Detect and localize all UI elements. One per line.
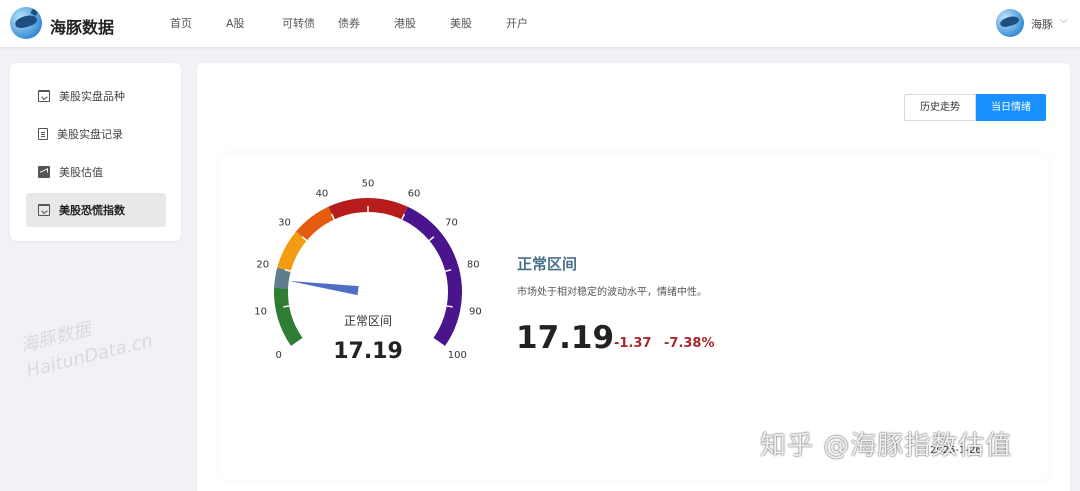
sidebar-item-label: 美股实盘品种 bbox=[59, 90, 125, 103]
nav-us-stocks[interactable]: 美股 bbox=[450, 0, 506, 47]
sidebar: 美股实盘品种 美股实盘记录 美股估值 美股恐慌指数 bbox=[10, 63, 181, 241]
status-title: 正常区间 bbox=[517, 255, 578, 273]
index-change-percent: -7.38% bbox=[664, 336, 715, 351]
index-change: -1.37 bbox=[614, 336, 652, 351]
dolphin-logo-icon[interactable] bbox=[10, 7, 42, 39]
chevron-down-icon[interactable]: ⌵ bbox=[1060, 15, 1068, 26]
sidebar-item-us-live-records[interactable]: 美股实盘记录 bbox=[26, 117, 166, 151]
nav-a-shares[interactable]: A股 bbox=[226, 0, 282, 47]
nav-hk-stocks[interactable]: 港股 bbox=[394, 0, 450, 47]
line-chart-icon bbox=[38, 166, 50, 178]
user-avatar[interactable] bbox=[996, 9, 1024, 37]
watermark-left: 海豚数据 HaitunData.cn bbox=[18, 303, 156, 385]
main-nav: 首页 A股 可转债 债券 港股 美股 开户 bbox=[170, 0, 562, 47]
gauge-label: 正常区间 bbox=[343, 314, 392, 328]
document-icon bbox=[38, 128, 48, 140]
today-sentiment-button[interactable]: 当日情绪 bbox=[976, 94, 1046, 121]
status-description: 市场处于相对稳定的波动水平，情绪中性。 bbox=[517, 287, 707, 298]
sidebar-item-label: 美股实盘记录 bbox=[57, 128, 123, 141]
view-toggle: 历史走势 当日情绪 bbox=[904, 94, 1046, 121]
presentation-board-icon bbox=[38, 90, 50, 102]
nav-bonds[interactable]: 债券 bbox=[338, 0, 394, 47]
sidebar-item-label: 美股估值 bbox=[59, 166, 103, 179]
brand-name[interactable]: 海豚数据 bbox=[50, 14, 114, 38]
top-header: 海豚数据 首页 A股 可转债 债券 港股 美股 开户 海豚 ⌵ bbox=[0, 0, 1080, 47]
sidebar-item-us-fear-index[interactable]: 美股恐慌指数 bbox=[26, 193, 166, 227]
nav-open-account[interactable]: 开户 bbox=[506, 0, 562, 47]
sidebar-item-us-valuation[interactable]: 美股估值 bbox=[26, 155, 166, 189]
nav-home[interactable]: 首页 bbox=[170, 0, 226, 47]
presentation-board-icon bbox=[38, 204, 50, 216]
watermark-zhihu: 知乎 @海豚指数估值 bbox=[760, 431, 1013, 461]
nav-convertible-bonds[interactable]: 可转债 bbox=[282, 0, 338, 47]
sidebar-item-label: 美股恐慌指数 bbox=[59, 204, 125, 217]
index-value: 17.19 bbox=[516, 320, 615, 356]
user-name[interactable]: 海豚 bbox=[1031, 16, 1053, 32]
sidebar-item-us-live-products[interactable]: 美股实盘品种 bbox=[26, 79, 166, 113]
gauge-value: 17.19 bbox=[333, 339, 403, 364]
history-trend-button[interactable]: 历史走势 bbox=[904, 94, 976, 121]
